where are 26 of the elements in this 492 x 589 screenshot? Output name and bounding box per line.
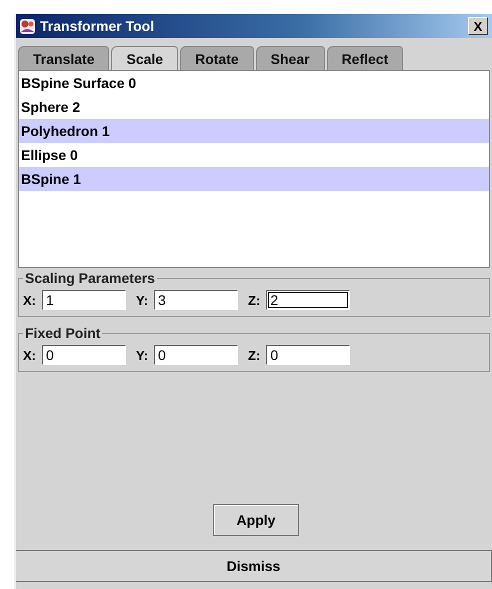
input-field[interactable]: 0: [42, 345, 126, 365]
field-label: Y:: [136, 292, 148, 308]
group-title: Fixed Point: [24, 325, 102, 341]
field-label: Z:: [248, 292, 260, 308]
close-button[interactable]: X: [468, 17, 488, 35]
app-logo-icon: [19, 18, 36, 34]
list-item[interactable]: Polyhedron 1: [19, 119, 489, 143]
field-label: Z:: [248, 348, 260, 362]
input-field[interactable]: 2: [266, 290, 350, 310]
field-label: X:: [23, 292, 36, 308]
input-field[interactable]: 0: [154, 345, 238, 365]
tab[interactable]: Shear: [256, 46, 325, 70]
dismiss-button[interactable]: Dismiss: [16, 550, 492, 582]
input-field[interactable]: 3: [154, 290, 238, 310]
tab[interactable]: Rotate: [180, 46, 254, 70]
window-title: Transformer Tool: [40, 18, 156, 34]
field-label: X:: [23, 348, 36, 362]
apply-button[interactable]: Apply: [213, 504, 299, 536]
tab[interactable]: Scale: [111, 46, 178, 71]
list-item[interactable]: BSpine 1: [19, 167, 489, 191]
tab[interactable]: Reflect: [326, 46, 404, 70]
group-title: Scaling Parameters: [24, 270, 156, 286]
input-field[interactable]: 1: [42, 290, 126, 310]
tab[interactable]: Translate: [18, 46, 110, 70]
input-field[interactable]: 0: [266, 345, 350, 365]
field-label: Y:: [136, 348, 148, 362]
